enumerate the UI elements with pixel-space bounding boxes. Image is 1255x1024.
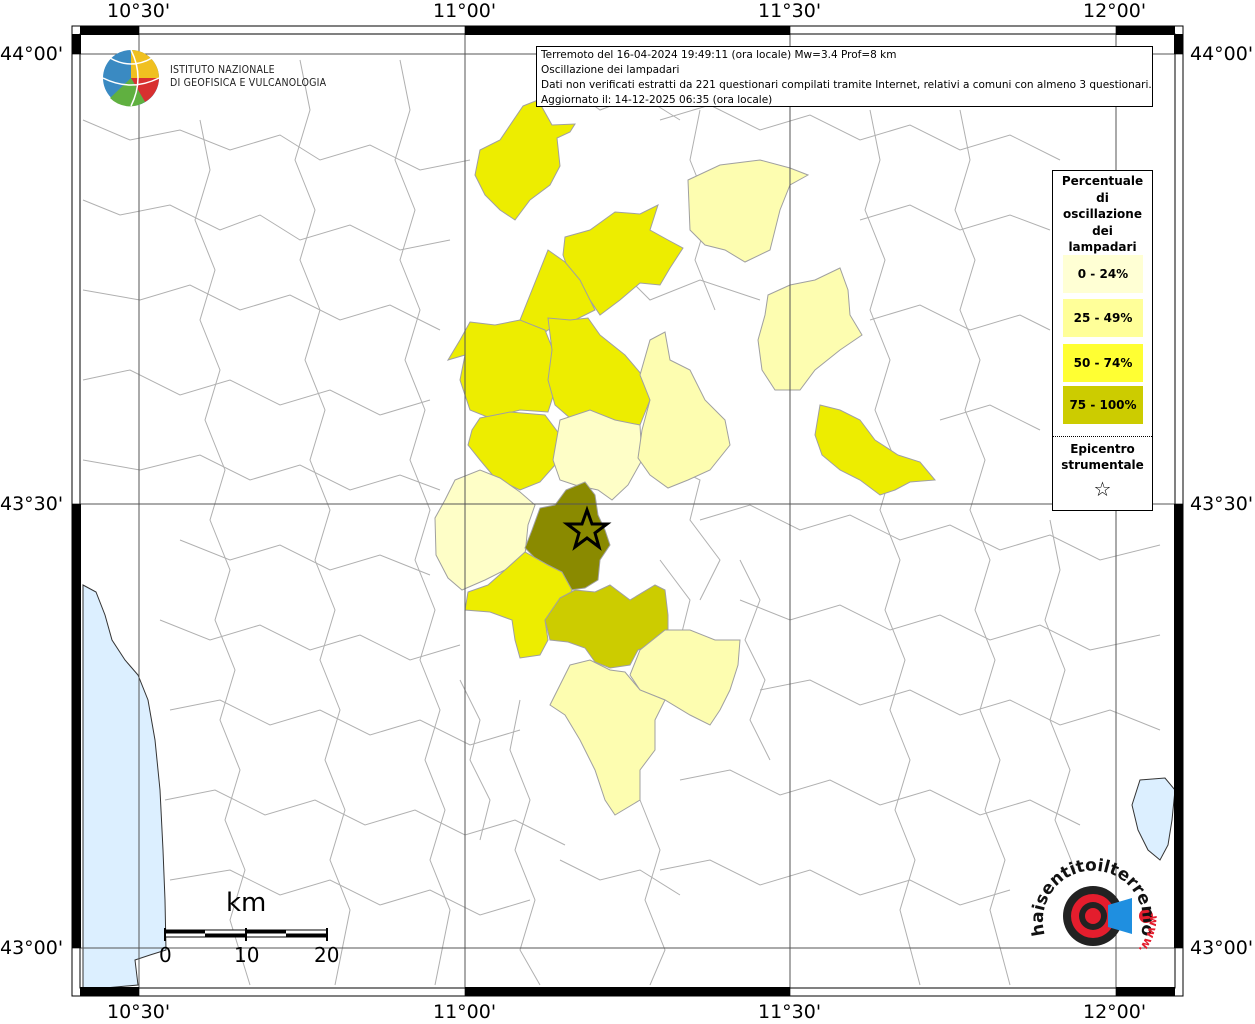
legend-title-line: Percentuale xyxy=(1061,174,1144,188)
lon-tick-bottom: 10°30' xyxy=(107,1001,171,1023)
lon-tick-top: 11°00' xyxy=(433,0,497,22)
ingv-logo-text: ISTITUTO NAZIONALE DI GEOFISICA E VULCAN… xyxy=(170,64,326,90)
epicenter-legend-label: Epicentro strumentale xyxy=(1053,441,1152,473)
lat-tick-left: 43°00' xyxy=(0,937,64,959)
lat-tick-left: 44°00' xyxy=(0,43,64,65)
lat-tick-left: 43°30' xyxy=(0,493,64,515)
legend-label: 75 - 100% xyxy=(1069,398,1137,412)
ingv-logo-icon xyxy=(102,49,160,107)
legend-title-line: dei xyxy=(1092,223,1113,238)
event-info-line: Oscillazione dei lampadari xyxy=(541,64,680,76)
legend-title-line: lampadari xyxy=(1068,240,1137,254)
event-info-line: Dati non verificati estratti da 221 ques… xyxy=(541,79,1152,91)
legend-title: Percentuale di oscillazione dei lampadar… xyxy=(1053,173,1152,256)
legend-swatch-0-24: 0 - 24% xyxy=(1063,255,1143,293)
lon-tick-bottom: 11°00' xyxy=(433,1001,497,1023)
lon-tick-bottom: 12°00' xyxy=(1083,1001,1147,1023)
intensity-map: haisentitoilterremoto.it www. xyxy=(0,0,1184,997)
legend-swatch-50-74: 50 - 74% xyxy=(1063,344,1143,382)
event-info-box: Terremoto del 16-04-2024 19:49:11 (ora l… xyxy=(536,46,1153,107)
event-info-line: Terremoto del 16-04-2024 19:49:11 (ora l… xyxy=(541,49,897,61)
legend-swatch-25-49: 25 - 49% xyxy=(1063,299,1143,337)
legend-swatch-75-100: 75 - 100% xyxy=(1063,386,1143,424)
lon-tick-bottom: 11°30' xyxy=(758,1001,822,1023)
scale-label: 0 xyxy=(159,943,172,967)
epicenter-legend-star-icon: ☆ xyxy=(1093,477,1112,501)
logo-line1: ISTITUTO NAZIONALE xyxy=(170,64,275,76)
lon-tick-top: 11°30' xyxy=(758,0,822,22)
legend: Percentuale di oscillazione dei lampadar… xyxy=(1052,170,1153,511)
epicenter-label-line: Epicentro xyxy=(1070,442,1135,456)
lat-tick-right: 43°30' xyxy=(1190,493,1254,515)
legend-title-line: oscillazione xyxy=(1063,207,1142,221)
scale-label: 10 xyxy=(234,943,260,967)
lat-tick-right: 44°00' xyxy=(1190,43,1254,65)
legend-title-line: di xyxy=(1096,190,1109,205)
legend-label: 50 - 74% xyxy=(1073,356,1133,370)
legend-label: 25 - 49% xyxy=(1073,311,1133,325)
epicenter-label-line: strumentale xyxy=(1061,458,1144,472)
legend-divider xyxy=(1053,436,1152,437)
scale-unit: km xyxy=(226,888,267,918)
lon-tick-top: 12°00' xyxy=(1083,0,1147,22)
logo-line2: DI GEOFISICA E VULCANOLOGIA xyxy=(170,77,327,89)
lat-tick-right: 43°00' xyxy=(1190,937,1254,959)
scale-label: 20 xyxy=(314,943,340,967)
lon-tick-top: 10°30' xyxy=(107,0,171,22)
legend-label: 0 - 24% xyxy=(1077,267,1129,281)
event-info-line: Aggiornato il: 14-12-2025 06:35 (ora loc… xyxy=(541,94,773,106)
